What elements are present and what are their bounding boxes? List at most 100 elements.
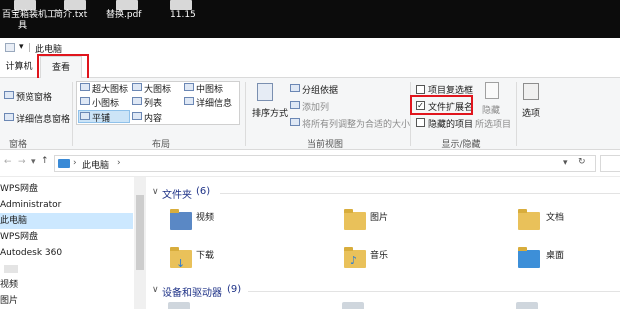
layout-large-icons[interactable]: 大图标 xyxy=(144,82,171,95)
this-pc-icon xyxy=(58,159,70,168)
preview-pane-icon xyxy=(4,91,14,99)
nav-scrollbar-thumb[interactable] xyxy=(136,195,144,270)
address-path[interactable]: 此电脑 xyxy=(82,158,109,171)
group-by-icon xyxy=(290,84,300,92)
devices-section-count: (9) xyxy=(227,284,242,295)
download-arrow-icon: ↓ xyxy=(176,257,186,270)
folder-videos[interactable]: 视频 xyxy=(196,210,214,223)
section-divider xyxy=(220,193,620,194)
item-checkboxes-checkbox[interactable] xyxy=(416,85,425,94)
folder-documents[interactable]: 文档 xyxy=(546,210,564,223)
details-pane-button[interactable]: 详细信息窗格 xyxy=(16,112,70,125)
group-divider xyxy=(245,82,246,146)
desktop-icon-label: 11.15 xyxy=(170,10,196,20)
address-dropdown-icon[interactable]: ▾ xyxy=(563,158,568,168)
layout-extra-large-icons[interactable]: 超大图标 xyxy=(92,82,128,95)
add-columns-icon xyxy=(290,101,300,109)
nav-item-administrator[interactable]: Administrator xyxy=(0,197,133,213)
nav-item-autodesk-360[interactable]: Autodesk 360 xyxy=(0,245,133,261)
group-label-panes: 窗格 xyxy=(8,140,27,150)
devices-section-title[interactable]: 设备和驱动器 xyxy=(162,284,222,299)
size-columns-icon xyxy=(290,118,300,126)
app-icon xyxy=(14,0,36,10)
details-icon xyxy=(184,97,194,105)
tab-computer[interactable]: 计算机 xyxy=(2,56,36,78)
divider xyxy=(29,43,30,52)
extra-large-icons-icon xyxy=(80,83,90,91)
large-icons-icon xyxy=(132,83,142,91)
desktop-icon-label: 百宝箱装机工 xyxy=(2,10,57,20)
path-separator[interactable]: › xyxy=(117,158,121,168)
layout-tiles[interactable]: 平铺 xyxy=(92,111,110,124)
address-field[interactable] xyxy=(54,155,596,172)
group-divider xyxy=(516,82,517,146)
drive-icon xyxy=(342,302,364,309)
hide-selected-button[interactable]: 隐藏 xyxy=(482,103,500,116)
group-label-layout: 布局 xyxy=(151,140,170,150)
refresh-icon[interactable]: ↻ xyxy=(578,157,586,167)
sort-by-icon xyxy=(257,83,273,101)
add-columns-button[interactable]: 添加列 xyxy=(302,100,329,113)
desktop-background: 百宝箱装机工 具 简介.txt 替换.pdf 11.15 xyxy=(0,0,620,38)
devices-collapse-icon[interactable]: ∨ xyxy=(152,285,159,295)
medium-icons-icon xyxy=(184,83,194,91)
layout-details[interactable]: 详细信息 xyxy=(196,96,232,109)
tiles-icon xyxy=(80,112,90,120)
options-button[interactable]: 选项 xyxy=(522,106,540,119)
file-icon xyxy=(116,0,138,10)
folders-collapse-icon[interactable]: ∨ xyxy=(152,187,159,197)
desktop-icon-folder[interactable]: 11.15 xyxy=(166,0,196,38)
layout-list[interactable]: 列表 xyxy=(144,96,162,109)
desktop-icon-toolbox[interactable]: 百宝箱装机工 具 xyxy=(2,0,56,38)
title-bar: ▾ 此电脑 xyxy=(0,38,620,56)
small-icons-icon xyxy=(80,97,90,105)
ribbon-tab-bar: 计算机 查看 xyxy=(0,54,620,80)
folder-desktop[interactable]: 桌面 xyxy=(546,248,564,261)
nav-item-pictures[interactable]: 图片 xyxy=(0,293,133,309)
drive-icon xyxy=(168,302,190,309)
desktop-icon-label: 具 xyxy=(18,21,28,31)
folders-section-title[interactable]: 文件夹 xyxy=(162,186,192,201)
desktop-folder-icon xyxy=(518,247,540,268)
folder-pictures[interactable]: 图片 xyxy=(370,210,388,223)
music-note-icon: ♪ xyxy=(350,254,358,267)
nav-item-videos[interactable]: 视频 xyxy=(0,277,133,293)
path-separator[interactable]: › xyxy=(73,158,77,168)
details-pane-icon xyxy=(4,113,14,121)
highlight-box xyxy=(410,95,473,115)
hidden-items-checkbox[interactable] xyxy=(416,118,425,127)
drive-icon xyxy=(516,302,538,309)
group-by-button[interactable]: 分组依据 xyxy=(302,83,338,96)
folder-downloads[interactable]: 下载 xyxy=(196,248,214,261)
nav-item-blurred[interactable] xyxy=(4,265,18,273)
layout-content[interactable]: 内容 xyxy=(144,111,162,124)
layout-small-icons[interactable]: 小图标 xyxy=(92,96,119,109)
hide-selected-icon xyxy=(485,82,499,99)
forward-icon[interactable]: → xyxy=(18,157,26,167)
back-icon[interactable]: ← xyxy=(4,157,12,167)
ribbon-view: 预览窗格 详细信息窗格 窗格 超大图标 大图标 中图标 小图标 列表 详细信息 … xyxy=(0,78,620,150)
folder-music[interactable]: 音乐 xyxy=(370,248,388,261)
quick-access-dropdown-icon[interactable]: ▾ xyxy=(19,42,24,52)
desktop-icon-txt[interactable]: 简介.txt xyxy=(54,0,96,38)
address-bar-row: ← → ▾ ↑ › 此电脑 › ▾ ↻ xyxy=(0,150,620,177)
search-input[interactable] xyxy=(600,155,620,172)
file-icon xyxy=(64,0,86,10)
content-icon xyxy=(132,112,142,120)
up-icon[interactable]: ↑ xyxy=(41,156,49,166)
sort-by-button[interactable]: 排序方式 xyxy=(252,106,288,119)
nav-item-wps-cloud[interactable]: WPS网盘 xyxy=(0,181,133,197)
nav-item-wps-cloud-2[interactable]: WPS网盘 xyxy=(0,229,133,245)
size-all-columns-button[interactable]: 将所有列调整为合适的大小 xyxy=(302,117,410,130)
nav-item-this-pc[interactable]: 此电脑 xyxy=(0,213,133,229)
folder-icon xyxy=(170,0,192,10)
desktop-icon-pdf[interactable]: 替换.pdf xyxy=(104,0,156,38)
folders-section-count: (6) xyxy=(196,186,211,197)
highlight-box xyxy=(37,54,89,80)
preview-pane-button[interactable]: 预览窗格 xyxy=(16,90,52,103)
navigation-pane: WPS网盘 Administrator 此电脑 WPS网盘 Autodesk 3… xyxy=(0,177,146,309)
layout-medium-icons[interactable]: 中图标 xyxy=(196,82,223,95)
recent-dropdown-icon[interactable]: ▾ xyxy=(31,157,36,167)
list-icon xyxy=(132,97,142,105)
hide-selected-button-line2: 所选项目 xyxy=(475,120,512,130)
